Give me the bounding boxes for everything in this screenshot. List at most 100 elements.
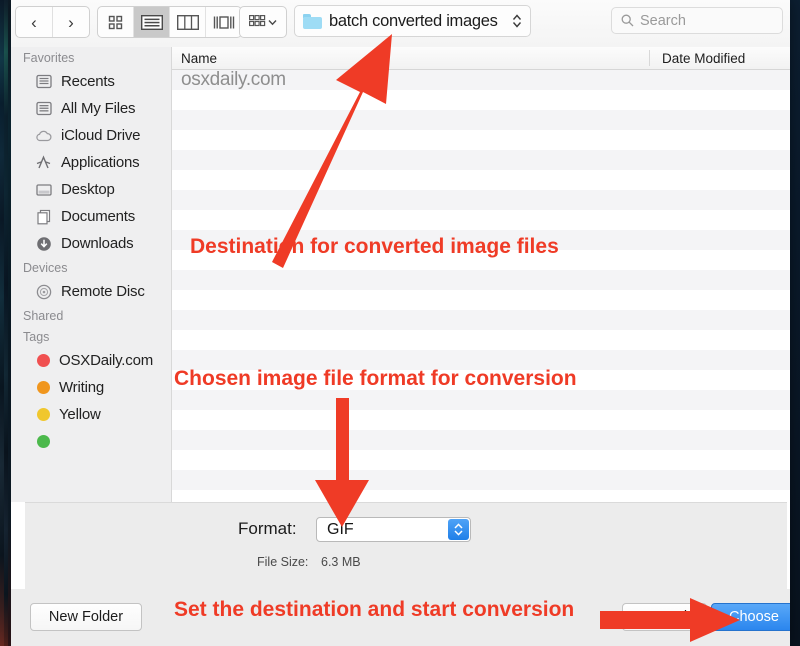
recents-icon: [35, 73, 52, 90]
sidebar-item-label: Applications: [61, 154, 139, 171]
navigation-buttons: ‹ ›: [15, 6, 90, 38]
sidebar-item-desktop[interactable]: Desktop: [11, 176, 171, 203]
sidebar-item-label: Writing: [59, 379, 104, 396]
table-row[interactable]: [172, 150, 790, 170]
icloud-drive-icon: [35, 127, 52, 144]
format-label: Format:: [238, 519, 297, 539]
arrange-by-button[interactable]: [239, 6, 287, 38]
sidebar-item-label: Desktop: [61, 181, 115, 198]
table-row[interactable]: [172, 450, 790, 470]
table-row[interactable]: [172, 90, 790, 110]
file-list-rows: osxdaily.com: [172, 70, 790, 502]
sidebar-item-applications[interactable]: Applications: [11, 149, 171, 176]
gallery-view-button[interactable]: [205, 7, 241, 37]
tag-dot-orange-icon: [37, 381, 50, 394]
table-row[interactable]: [172, 370, 790, 390]
back-button[interactable]: ‹: [16, 7, 52, 37]
list-view-button[interactable]: [133, 7, 169, 37]
documents-icon: [35, 208, 52, 225]
toolbar: ‹ ›: [11, 0, 790, 48]
table-row[interactable]: [172, 110, 790, 130]
sidebar-item-all-my-files[interactable]: All My Files: [11, 95, 171, 122]
tag-dot-green-icon: [37, 435, 50, 448]
folder-icon: [303, 14, 322, 29]
table-row[interactable]: [172, 270, 790, 290]
cell-name: osxdaily.com: [181, 69, 286, 91]
file-list-scrollbar[interactable]: [782, 70, 789, 500]
arrange-grid-icon: [249, 15, 266, 29]
file-list-header: Name Date Modified: [172, 47, 790, 70]
sidebar-section-devices-header: Devices: [11, 257, 171, 278]
table-row[interactable]: [172, 290, 790, 310]
all-my-files-icon: [35, 100, 52, 117]
table-row[interactable]: [172, 130, 790, 150]
applications-icon: [35, 154, 52, 171]
search-icon: [621, 14, 634, 27]
chevron-up-down-icon: [512, 13, 522, 29]
table-row[interactable]: [172, 310, 790, 330]
new-folder-button[interactable]: New Folder: [30, 603, 142, 631]
sidebar-section-tags-header: Tags: [11, 326, 171, 347]
sidebar-item-documents[interactable]: Documents: [11, 203, 171, 230]
sidebar-section-favorites-header: Favorites: [11, 47, 171, 68]
chevron-right-icon: ›: [68, 14, 74, 31]
list-view-icon: [141, 15, 163, 30]
sidebar-section-shared-header: Shared: [11, 305, 171, 326]
file-size-value: 6.3 MB: [321, 555, 361, 569]
sidebar-item-label: Downloads: [61, 235, 133, 252]
stepper-chevrons-icon[interactable]: [448, 519, 469, 540]
sidebar-item-label: Yellow: [59, 406, 101, 423]
column-header-name[interactable]: Name: [172, 51, 217, 66]
column-header-date-modified[interactable]: Date Modified: [653, 51, 745, 66]
table-row[interactable]: [172, 330, 790, 350]
search-placeholder: Search: [640, 13, 686, 29]
sidebar-item-recents[interactable]: Recents: [11, 68, 171, 95]
sidebar-item-label: OSXDaily.com: [59, 352, 153, 369]
table-row[interactable]: [172, 430, 790, 450]
table-row[interactable]: [172, 210, 790, 230]
downloads-icon: [35, 235, 52, 252]
file-list[interactable]: Name Date Modified osxdaily.com: [172, 47, 790, 502]
tag-dot-yellow-icon: [37, 408, 50, 421]
sidebar[interactable]: Favorites Recents A: [11, 47, 172, 502]
cancel-button[interactable]: Cancel: [622, 603, 707, 631]
search-field[interactable]: Search: [611, 7, 783, 34]
sidebar-item-label: All My Files: [61, 100, 135, 117]
icon-view-icon: [108, 15, 123, 30]
table-row[interactable]: [172, 350, 790, 370]
table-row[interactable]: [172, 250, 790, 270]
table-row[interactable]: [172, 490, 790, 502]
table-row[interactable]: [172, 170, 790, 190]
file-size-label: File Size:: [257, 555, 308, 569]
view-mode-buttons: [97, 6, 242, 38]
forward-button[interactable]: ›: [52, 7, 89, 37]
table-row[interactable]: [172, 410, 790, 430]
column-divider[interactable]: [649, 50, 650, 66]
sidebar-item-label: iCloud Drive: [61, 127, 140, 144]
table-row[interactable]: [172, 390, 790, 410]
sidebar-tag-osxdaily[interactable]: OSXDaily.com: [11, 347, 171, 374]
folder-path-popup-button[interactable]: batch converted images: [294, 5, 531, 37]
sidebar-tag-yellow[interactable]: Yellow: [11, 401, 171, 428]
table-row[interactable]: [172, 470, 790, 490]
sidebar-item-icloud-drive[interactable]: iCloud Drive: [11, 122, 171, 149]
table-row[interactable]: osxdaily.com: [172, 70, 790, 90]
chevron-left-icon: ‹: [31, 14, 37, 31]
sidebar-tag-writing[interactable]: Writing: [11, 374, 171, 401]
chevron-down-icon: [268, 19, 277, 26]
table-row[interactable]: [172, 230, 790, 250]
sidebar-item-label: Documents: [61, 208, 135, 225]
sidebar-item-label: Recents: [61, 73, 115, 90]
desktop-icon: [35, 181, 52, 198]
format-select[interactable]: GIF: [316, 517, 471, 542]
choose-button[interactable]: Choose: [711, 603, 790, 631]
icon-view-button[interactable]: [98, 7, 133, 37]
format-accessory-panel: Format: GIF File Size: 6.3 MB: [25, 502, 787, 590]
sidebar-item-downloads[interactable]: Downloads: [11, 230, 171, 257]
column-view-button[interactable]: [169, 7, 205, 37]
sidebar-item-label: Remote Disc: [61, 283, 145, 300]
sidebar-item-remote-disc[interactable]: Remote Disc: [11, 278, 171, 305]
finder-save-panel-window: ‹ ›: [11, 0, 790, 646]
table-row[interactable]: [172, 190, 790, 210]
sidebar-tag-green[interactable]: [11, 428, 171, 455]
